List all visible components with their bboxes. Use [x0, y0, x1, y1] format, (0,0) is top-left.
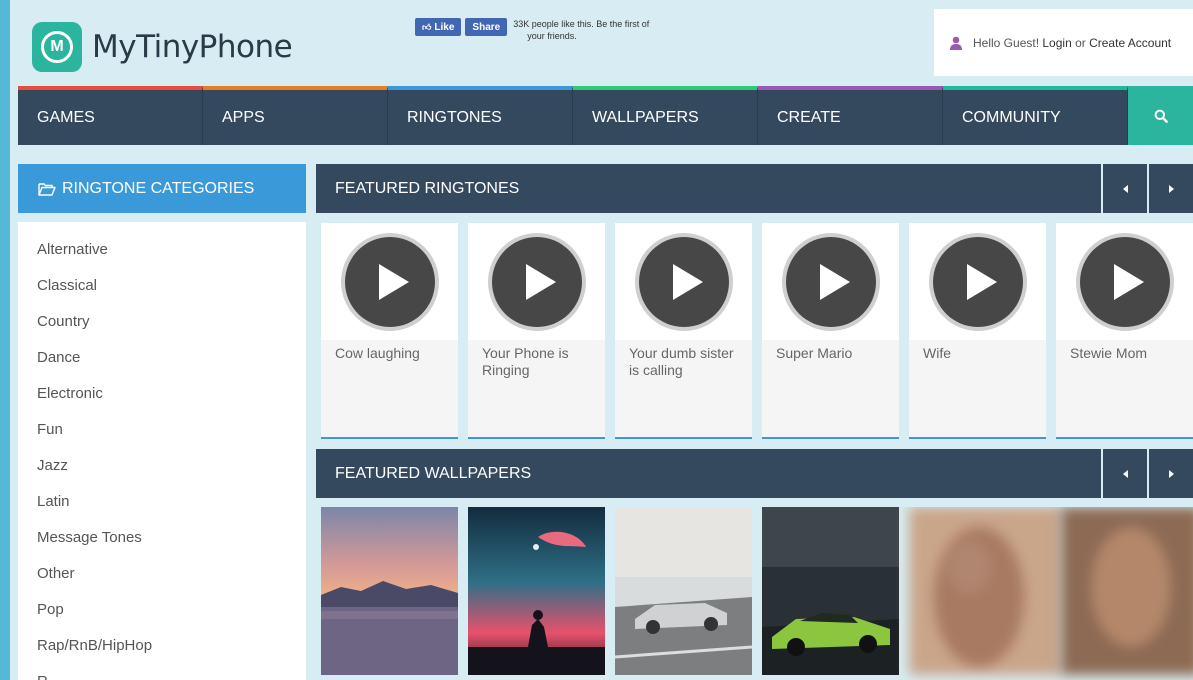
featured-ringtones-title: FEATURED RINGTONES: [335, 179, 520, 197]
featured-wallpapers-header: FEATURED WALLPAPERS: [316, 449, 1193, 498]
category-item-dance[interactable]: Dance: [18, 340, 306, 376]
ringtones-carousel-controls: [1101, 164, 1193, 213]
ringtone-thumb: [909, 223, 1046, 340]
facebook-text-line2: your friends.: [527, 31, 577, 41]
search-button[interactable]: [1128, 86, 1193, 145]
create-account-link[interactable]: Create Account: [1089, 36, 1171, 50]
ringtones-next-button[interactable]: [1147, 164, 1193, 213]
category-item-country[interactable]: Country: [18, 304, 306, 340]
wallpapers-carousel-controls: [1101, 449, 1193, 498]
site-logo[interactable]: M MyTinyPhone: [32, 22, 293, 72]
category-item-electronic[interactable]: Electronic: [18, 376, 306, 412]
play-icon: [819, 263, 850, 300]
wallpaper-blurred[interactable]: [1061, 507, 1193, 675]
ringtone-title[interactable]: Wife: [909, 340, 1046, 367]
category-item-alternative[interactable]: Alternative: [18, 232, 306, 268]
facebook-share-button[interactable]: Share: [465, 18, 508, 36]
login-link[interactable]: Login: [1042, 36, 1071, 50]
thumbs-up-icon: 👍︎: [422, 21, 432, 32]
play-icon: [672, 263, 703, 300]
user-icon: [950, 36, 962, 50]
sidebar-title: RINGTONE CATEGORIES: [62, 179, 255, 197]
play-icon: [378, 263, 409, 300]
facebook-text-line1: 33K people like this. Be the first of: [513, 19, 650, 29]
logo-letter: M: [41, 31, 73, 63]
ringtone-thumb: [1056, 223, 1193, 340]
category-item-pop[interactable]: Pop: [18, 592, 306, 628]
play-button[interactable]: [1075, 232, 1174, 331]
category-item-classical[interactable]: Classical: [18, 268, 306, 304]
ringtone-card[interactable]: Wife: [909, 223, 1046, 439]
category-item-jazz[interactable]: Jazz: [18, 448, 306, 484]
ringtone-card[interactable]: Super Mario: [762, 223, 899, 439]
featured-wallpapers-title: FEATURED WALLPAPERS: [335, 464, 532, 482]
facebook-like-button[interactable]: 👍︎ Like: [415, 18, 462, 36]
page-left-stripe: [0, 0, 10, 680]
greeting-text: Hello Guest!: [973, 35, 1040, 50]
nav-item-community[interactable]: COMMUNITY: [943, 86, 1128, 145]
play-button[interactable]: [487, 232, 586, 331]
logo-badge: M: [32, 22, 82, 72]
featured-wallpapers-carousel: [321, 507, 1193, 680]
ringtone-title[interactable]: Stewie Mom: [1056, 340, 1193, 367]
category-item-partial[interactable]: R...: [18, 664, 306, 680]
facebook-like-count: 33K people like this. Be the first of yo…: [513, 18, 683, 42]
ringtones-prev-button[interactable]: [1101, 164, 1147, 213]
play-button[interactable]: [781, 232, 880, 331]
or-text: or: [1071, 35, 1090, 50]
ringtone-title[interactable]: Cow laughing: [321, 340, 458, 367]
nav-item-games[interactable]: GAMES: [18, 86, 203, 145]
ringtone-thumb: [762, 223, 899, 340]
ringtone-thumb: [321, 223, 458, 340]
ringtone-card[interactable]: Your dumb sister is calling: [615, 223, 752, 439]
ringtone-title[interactable]: Your dumb sister is calling: [615, 340, 752, 384]
ringtone-title[interactable]: Your Phone is Ringing: [468, 340, 605, 384]
nav-item-ringtones[interactable]: RINGTONES: [388, 86, 573, 145]
play-button[interactable]: [340, 232, 439, 331]
category-item-message-tones[interactable]: Message Tones: [18, 520, 306, 556]
main-nav: GAMES APPS RINGTONES WALLPAPERS CREATE C…: [18, 86, 1193, 145]
ringtone-card[interactable]: Your Phone is Ringing: [468, 223, 605, 439]
category-item-rap-rnb-hiphop[interactable]: Rap/RnB/HipHop: [18, 628, 306, 664]
wallpaper-lake-sunset[interactable]: [321, 507, 458, 675]
play-icon: [525, 263, 556, 300]
ringtone-thumb: [615, 223, 752, 340]
category-item-other[interactable]: Other: [18, 556, 306, 592]
featured-ringtones-carousel: Cow laughing Your Phone is Ringing Your …: [321, 223, 1193, 439]
folder-open-icon: [38, 182, 56, 196]
wallpapers-next-button[interactable]: [1147, 449, 1193, 498]
play-button[interactable]: [928, 232, 1027, 331]
caret-left-icon: [1122, 184, 1128, 193]
ringtone-thumb: [468, 223, 605, 340]
category-item-fun[interactable]: Fun: [18, 412, 306, 448]
search-icon: [1154, 109, 1168, 123]
nav-item-wallpapers[interactable]: WALLPAPERS: [573, 86, 758, 145]
nav-item-create[interactable]: CREATE: [758, 86, 943, 145]
play-icon: [1113, 263, 1144, 300]
play-button[interactable]: [634, 232, 733, 331]
like-label: Like: [434, 21, 455, 33]
wallpaper-green-car[interactable]: [762, 507, 899, 675]
caret-right-icon: [1168, 184, 1174, 193]
facebook-widget: 👍︎ Like Share 33K people like this. Be t…: [415, 18, 683, 42]
wallpaper-white-car[interactable]: [615, 507, 752, 675]
account-box: Hello Guest! Login or Create Account: [934, 9, 1193, 76]
play-icon: [966, 263, 997, 300]
wallpapers-prev-button[interactable]: [1101, 449, 1147, 498]
wallpaper-blurred[interactable]: [909, 507, 1061, 675]
nav-item-apps[interactable]: APPS: [203, 86, 388, 145]
caret-right-icon: [1168, 469, 1174, 478]
ringtone-card[interactable]: Stewie Mom: [1056, 223, 1193, 439]
caret-left-icon: [1122, 469, 1128, 478]
ringtone-card[interactable]: Cow laughing: [321, 223, 458, 439]
category-item-latin[interactable]: Latin: [18, 484, 306, 520]
featured-ringtones-header: FEATURED RINGTONES: [316, 164, 1193, 213]
wallpaper-couple-sunset[interactable]: [468, 507, 605, 675]
ringtone-categories-header: RINGTONE CATEGORIES: [18, 164, 306, 213]
category-list: Alternative Classical Country Dance Elec…: [18, 222, 306, 680]
site-name: MyTinyPhone: [92, 29, 293, 65]
ringtone-title[interactable]: Super Mario: [762, 340, 899, 367]
